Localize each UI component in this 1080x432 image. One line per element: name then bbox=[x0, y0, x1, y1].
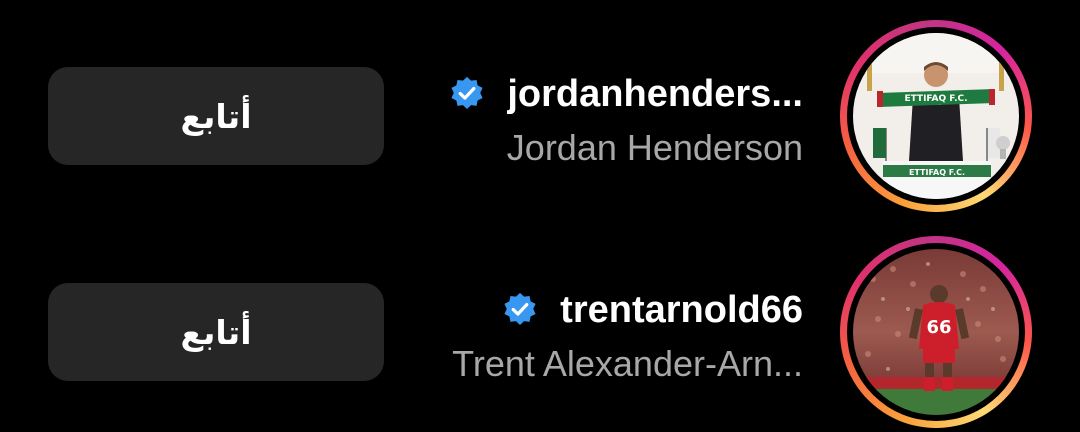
story-ring[interactable]: ETTIFAQ F.C. ETTIFAQ F.C. bbox=[840, 20, 1032, 212]
scarf-text: ETTIFAQ F.C. bbox=[904, 94, 967, 104]
shirt-number: 66 bbox=[926, 317, 951, 338]
full-name: Jordan Henderson bbox=[506, 127, 803, 168]
username[interactable]: trentarnold66 bbox=[560, 289, 803, 332]
verified-badge-icon bbox=[451, 76, 483, 109]
full-name: Trent Alexander-Arn... bbox=[452, 343, 803, 384]
username[interactable]: jordanhenders... bbox=[507, 73, 803, 116]
avatar[interactable]: 66 bbox=[853, 249, 1019, 415]
follow-button[interactable]: أتابع bbox=[48, 283, 384, 381]
avatar-image: 66 bbox=[853, 249, 1019, 415]
svg-text:ETTIFAQ F.C.: ETTIFAQ F.C. bbox=[909, 168, 965, 177]
avatar-image: ETTIFAQ F.C. ETTIFAQ F.C. bbox=[853, 33, 1019, 199]
suggestion-row[interactable]: أتابع trentarnold66 Trent Alexander-Arn.… bbox=[0, 232, 1080, 432]
follow-button[interactable]: أتابع bbox=[48, 67, 384, 165]
user-info[interactable]: trentarnold66 Trent Alexander-Arn... bbox=[343, 284, 803, 386]
user-info[interactable]: jordanhenders... Jordan Henderson bbox=[343, 68, 803, 170]
suggestion-row[interactable]: أتابع jordanhenders... Jordan Henderson bbox=[0, 16, 1080, 216]
avatar[interactable]: ETTIFAQ F.C. ETTIFAQ F.C. bbox=[853, 33, 1019, 199]
story-ring[interactable]: 66 bbox=[840, 236, 1032, 428]
verified-badge-icon bbox=[504, 292, 536, 325]
